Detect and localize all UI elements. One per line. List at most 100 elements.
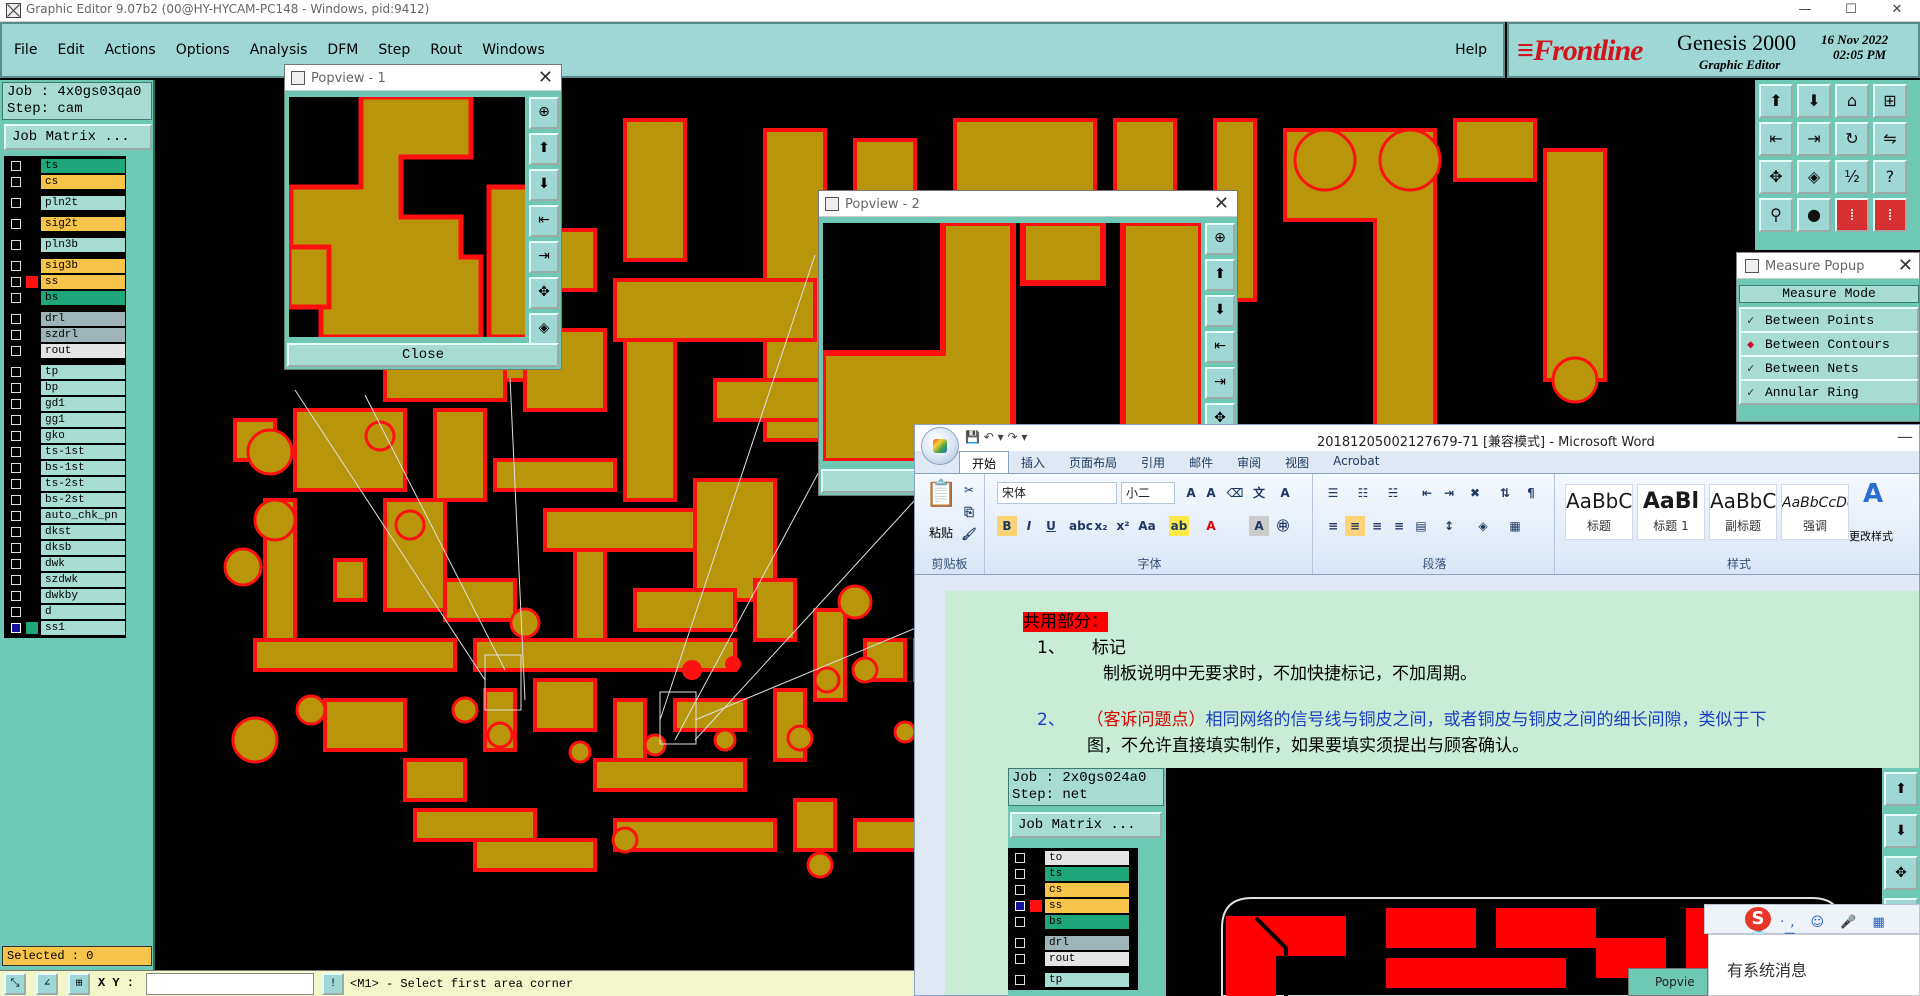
menu-options[interactable]: Options <box>176 42 230 58</box>
layer-name[interactable]: dwk <box>41 557 125 571</box>
layer-color-swatch[interactable] <box>26 414 38 426</box>
layer-name[interactable]: d <box>41 605 125 619</box>
layer-checkbox[interactable] <box>11 447 21 457</box>
change-styles-icon[interactable]: A <box>1853 481 1893 524</box>
show-marks-icon[interactable]: ¶ <box>1521 483 1541 503</box>
layer-name[interactable]: ss1 <box>41 621 125 635</box>
layer-name[interactable]: ss <box>1045 899 1129 913</box>
phonetic-icon[interactable]: 文 <box>1249 483 1269 503</box>
style-gallery-item[interactable]: AaBl 标题 1 <box>1637 484 1705 540</box>
layer-color-swatch[interactable] <box>1030 937 1042 949</box>
popview-2-close-icon[interactable]: ✕ <box>1214 193 1229 214</box>
italic-icon[interactable]: I <box>1019 516 1039 536</box>
layer-row[interactable]: sig2t <box>6 216 126 232</box>
mirror-icon[interactable]: ⇋ <box>1873 122 1907 156</box>
font-name-select[interactable]: 宋体 <box>997 482 1117 504</box>
layer-color-swatch[interactable] <box>26 494 38 506</box>
measure-option-between-contours[interactable]: ◆ Between Contours <box>1739 331 1919 357</box>
layer-name[interactable]: ts-2st <box>41 477 125 491</box>
layer-name[interactable]: rout <box>1045 952 1129 966</box>
layer-name[interactable]: ss <box>41 275 125 289</box>
layer-color-swatch[interactable] <box>26 606 38 618</box>
layer-checkbox[interactable] <box>11 527 21 537</box>
layer-checkbox[interactable] <box>11 591 21 601</box>
layer-name[interactable]: bs-2st <box>41 493 125 507</box>
layer-row[interactable]: rout <box>1010 951 1138 967</box>
ime-toolbar[interactable]: S 中 ·, ☺ 🎤 ▦ 👕 ▩ <box>1704 904 1920 945</box>
layer-name[interactable]: bs <box>1045 915 1129 929</box>
layer-checkbox[interactable] <box>11 543 21 553</box>
layer-color-swatch[interactable] <box>26 510 38 522</box>
popview-1-close-button[interactable]: Close <box>287 343 559 367</box>
layer-row[interactable]: ts <box>6 158 126 174</box>
layer-checkbox[interactable] <box>11 177 21 187</box>
subscript-icon[interactable]: x₂ <box>1091 516 1111 536</box>
grid-mode-icon[interactable]: ⊞ <box>68 973 90 995</box>
info-icon[interactable]: ! <box>322 973 344 995</box>
zoom-area-icon[interactable]: ◈ <box>1797 160 1831 194</box>
bullets-icon[interactable]: ☰ <box>1323 483 1343 503</box>
layer-checkbox[interactable] <box>11 431 21 441</box>
layer-row[interactable]: gg1 <box>6 412 126 428</box>
window-grid-icon[interactable]: ⊞ <box>1873 84 1907 118</box>
style-gallery-item[interactable]: AaBbCcDc 强调 <box>1781 484 1849 540</box>
shrink-font-icon[interactable]: A <box>1201 483 1221 503</box>
layer-row[interactable]: ts <box>1010 866 1138 882</box>
layer-color-swatch[interactable] <box>1030 852 1042 864</box>
layer-checkbox[interactable] <box>11 559 21 569</box>
style-gallery-item[interactable]: AaBbC 标题 <box>1565 484 1633 540</box>
layer-row[interactable]: tp <box>1010 972 1138 988</box>
layer-name[interactable]: tp <box>1045 973 1129 987</box>
popview-area-icon[interactable]: ◈ <box>529 313 559 345</box>
menu-step[interactable]: Step <box>378 42 410 58</box>
layer-row[interactable]: szdwk <box>6 572 126 588</box>
align-center-icon[interactable]: ≡ <box>1345 516 1365 536</box>
job-matrix-button[interactable]: Job Matrix ... <box>4 124 152 150</box>
layer-name[interactable]: sig3b <box>41 259 125 273</box>
layer-color-swatch[interactable] <box>26 292 38 304</box>
layer-row[interactable]: cs <box>6 174 126 190</box>
menu-analysis[interactable]: Analysis <box>250 42 308 58</box>
layer-checkbox[interactable] <box>11 261 21 271</box>
measure-icon[interactable]: ● <box>1797 198 1831 232</box>
strikethrough-icon[interactable]: abc <box>1069 516 1093 536</box>
borders-icon[interactable]: ▦ <box>1505 516 1525 536</box>
layer-color-swatch[interactable] <box>26 574 38 586</box>
layer-name[interactable]: ts <box>1045 867 1129 881</box>
popview-pan-left-icon[interactable]: ⇤ <box>1205 331 1235 363</box>
layer-name[interactable]: cs <box>1045 883 1129 897</box>
distributed-icon[interactable]: ▤ <box>1411 516 1431 536</box>
layer-checkbox[interactable] <box>11 314 21 324</box>
coordinate-input[interactable] <box>146 973 314 995</box>
layer-row[interactable]: dwkby <box>6 588 126 604</box>
layer-checkbox[interactable] <box>11 277 21 287</box>
layer-color-swatch[interactable] <box>26 160 38 172</box>
menu-actions[interactable]: Actions <box>105 42 156 58</box>
menu-windows[interactable]: Windows <box>482 42 545 58</box>
layer-name[interactable]: to <box>1045 851 1129 865</box>
superscript-icon[interactable]: x² <box>1113 516 1133 536</box>
layer-checkbox[interactable] <box>1015 938 1025 948</box>
layer-row[interactable]: sig3b <box>6 258 126 274</box>
layer-name[interactable]: ts <box>41 159 125 173</box>
layer-row[interactable]: gd1 <box>6 396 126 412</box>
layer-name[interactable]: bs <box>41 291 125 305</box>
popview-fit-icon[interactable]: ✥ <box>529 277 559 309</box>
ribbon-tab[interactable]: 审阅 <box>1225 451 1273 473</box>
sort-icon[interactable]: ⇅ <box>1495 483 1515 503</box>
layer-row[interactable]: drl <box>1010 935 1138 951</box>
layer-row[interactable]: ts-2st <box>6 476 126 492</box>
char-shading-icon[interactable]: A <box>1249 516 1269 536</box>
quick-access-toolbar[interactable]: 💾 ↶ ▾ ↷ ▾ <box>965 430 1027 444</box>
layer-row[interactable]: ss <box>1010 898 1138 914</box>
layer-row[interactable]: tp <box>6 364 126 380</box>
layer-checkbox[interactable] <box>1015 954 1025 964</box>
ribbon-tab[interactable]: 插入 <box>1009 451 1057 473</box>
measure-close-icon[interactable]: ✕ <box>1898 255 1913 276</box>
layer-color-swatch[interactable] <box>1030 974 1042 986</box>
layer-color-swatch[interactable] <box>26 590 38 602</box>
chinese-layout-icon[interactable]: ✖ <box>1465 483 1485 503</box>
angle-mode-icon[interactable]: ∠ <box>36 973 58 995</box>
layer-checkbox[interactable] <box>11 463 21 473</box>
layer-color-swatch[interactable] <box>1030 884 1042 896</box>
